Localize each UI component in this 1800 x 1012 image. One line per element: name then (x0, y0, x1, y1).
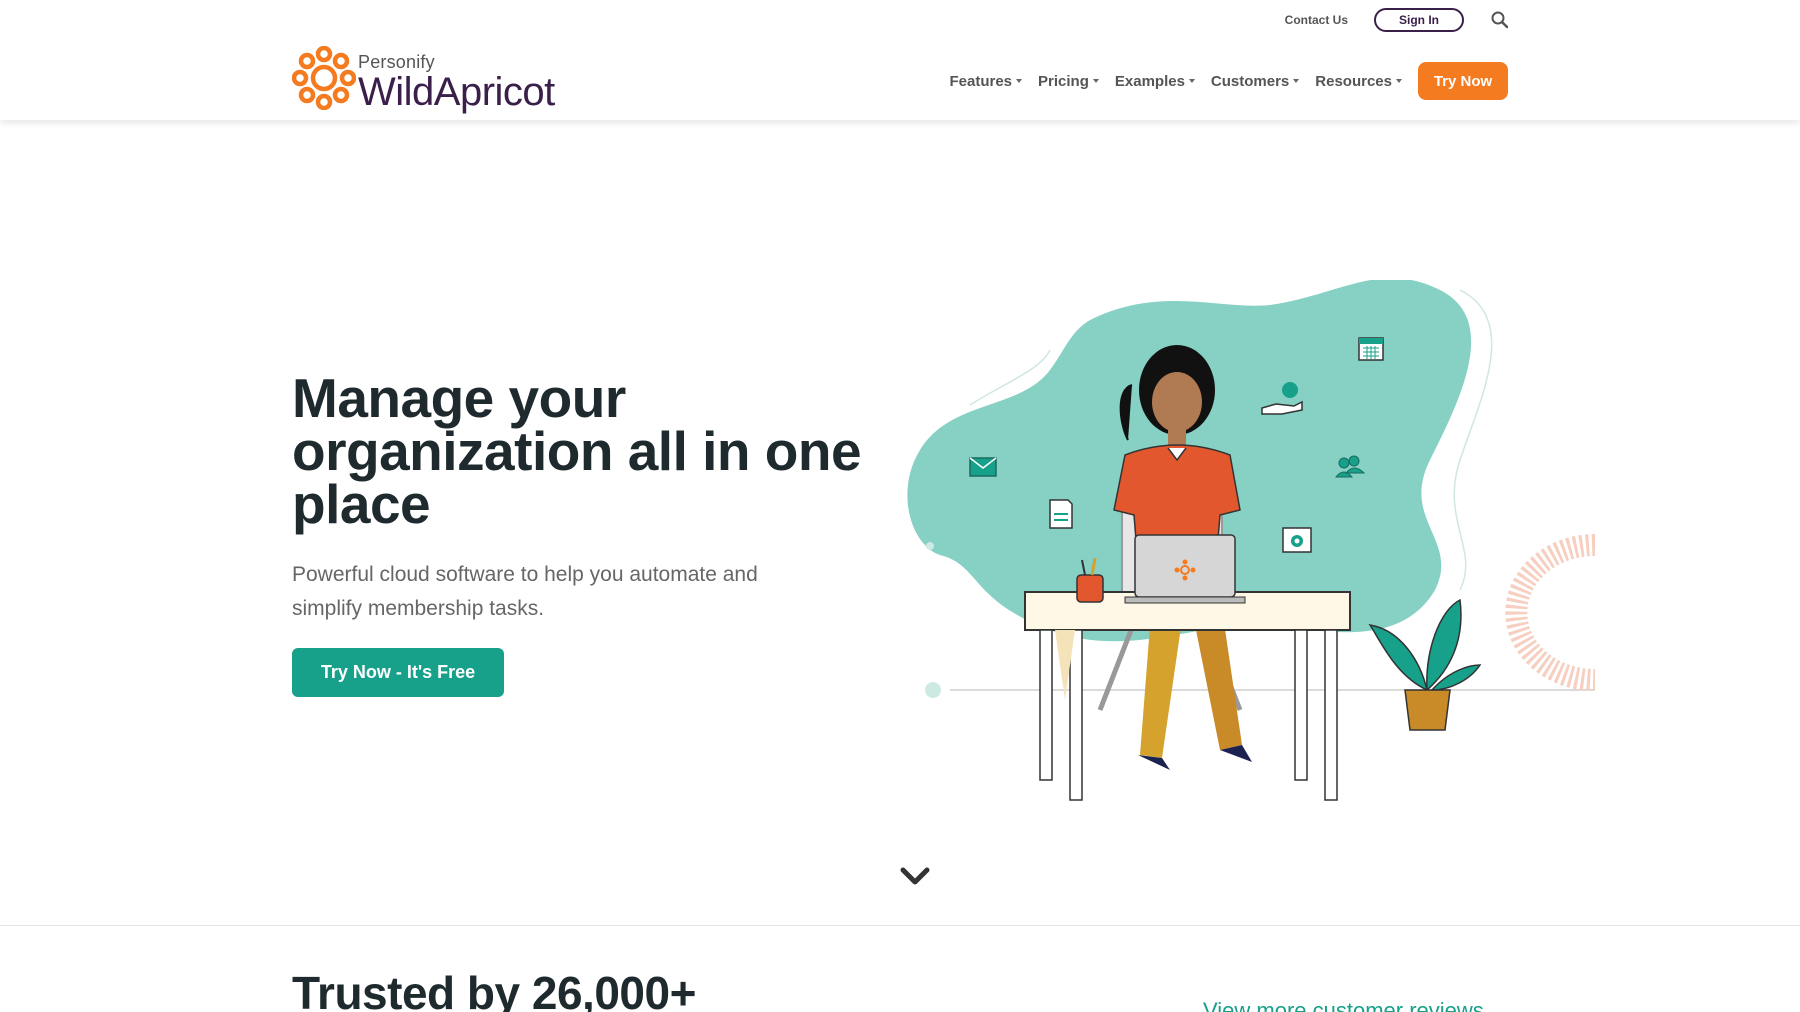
trusted-heading: Trusted by 26,000+ (292, 967, 696, 1012)
caret-down-icon (1396, 79, 1402, 83)
caret-down-icon (1092, 79, 1099, 83)
caret-down-icon (1293, 79, 1300, 83)
envelope-icon (969, 457, 997, 477)
utility-nav: Contact Us Sign In (1285, 8, 1510, 32)
hero-illustration (907, 280, 1596, 801)
customer-reviews-link[interactable]: View more customer reviews (1203, 998, 1484, 1012)
nav-examples[interactable]: Examples (1115, 73, 1195, 90)
nav-label: Resources (1315, 72, 1392, 90)
calendar-icon (1358, 337, 1384, 361)
nav-features[interactable]: Features (949, 72, 1023, 90)
receipt-icon (1049, 499, 1073, 529)
logo-wildapricot-text: WildApricot (358, 70, 555, 114)
hero-title: Manage your organization all in one plac… (292, 367, 862, 535)
hero-subtitle: Powerful cloud software to help you auto… (292, 563, 758, 620)
settings-window-icon (1282, 527, 1312, 553)
caret-down-icon (1016, 79, 1023, 83)
nav-pricing[interactable]: Pricing (1038, 73, 1099, 90)
nav-resources[interactable]: Resources (1315, 73, 1402, 90)
sign-in-button[interactable]: Sign In (1374, 8, 1464, 32)
wildapricot-logo[interactable]: Personify WildApricot (292, 46, 562, 114)
nav-label: Examples (1114, 72, 1185, 90)
nav-label: Customers (1210, 72, 1290, 90)
apricot-flower-icon (292, 46, 356, 110)
contact-us-link[interactable]: Contact Us (1285, 13, 1348, 27)
search-icon[interactable] (1490, 10, 1510, 30)
caret-down-icon (1188, 79, 1195, 83)
main-nav: Features Pricing Examples Customers Reso… (949, 62, 1508, 100)
section-divider (0, 925, 1800, 926)
nav-customers[interactable]: Customers (1210, 72, 1300, 90)
try-free-button[interactable]: Try Now - It's Free (292, 648, 504, 697)
nav-label: Pricing (1038, 72, 1089, 90)
site-header: Contact Us Sign In Personify WildApricot… (0, 0, 1800, 120)
chevron-down-icon[interactable] (898, 864, 932, 888)
nav-label: Features (949, 72, 1013, 90)
try-now-button[interactable]: Try Now (1418, 62, 1508, 100)
